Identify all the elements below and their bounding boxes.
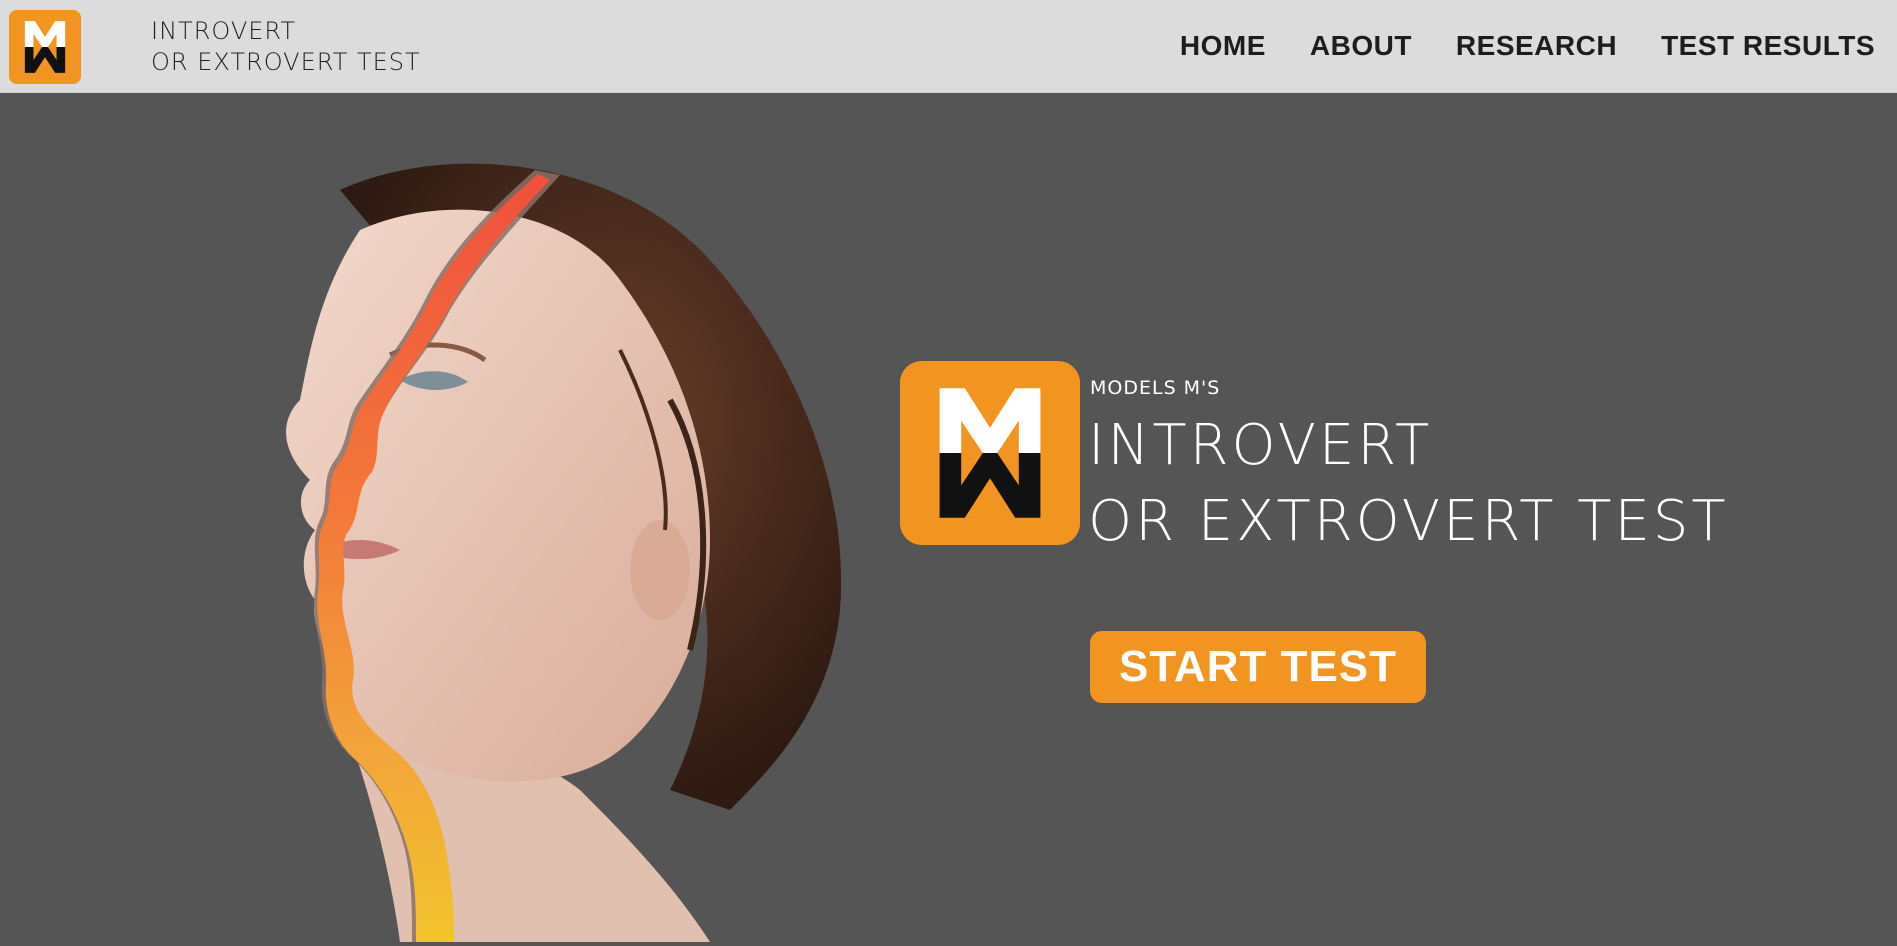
hero-kicker: MODELS M'S [1090, 377, 1221, 399]
site-logo[interactable] [9, 10, 81, 84]
nav-home[interactable]: HOME [1180, 28, 1266, 64]
hero-logo [900, 361, 1080, 545]
hero-title-line-2: OR EXTROVERT TEST [1088, 489, 1729, 554]
brand-title: INTROVERT OR EXTROVERT TEST [151, 16, 421, 78]
brand-line-1: INTROVERT [151, 17, 297, 45]
nav-research[interactable]: RESEARCH [1456, 28, 1617, 64]
hero-title: INTROVERT OR EXTROVERT TEST [1088, 408, 1729, 560]
hero-title-line-1: INTROVERT [1088, 413, 1433, 478]
mw-logo-icon [900, 363, 1080, 543]
main-nav: HOME ABOUT RESEARCH TEST RESULTS [1136, 28, 1875, 64]
nav-about[interactable]: ABOUT [1310, 28, 1412, 64]
hero-image [150, 150, 910, 942]
brand-line-2: OR EXTROVERT TEST [151, 48, 421, 76]
nav-test-results[interactable]: TEST RESULTS [1661, 28, 1875, 64]
start-test-button[interactable]: START TEST [1090, 631, 1426, 703]
mw-logo-icon [9, 11, 81, 83]
site-header: INTROVERT OR EXTROVERT TEST HOME ABOUT R… [0, 0, 1897, 93]
